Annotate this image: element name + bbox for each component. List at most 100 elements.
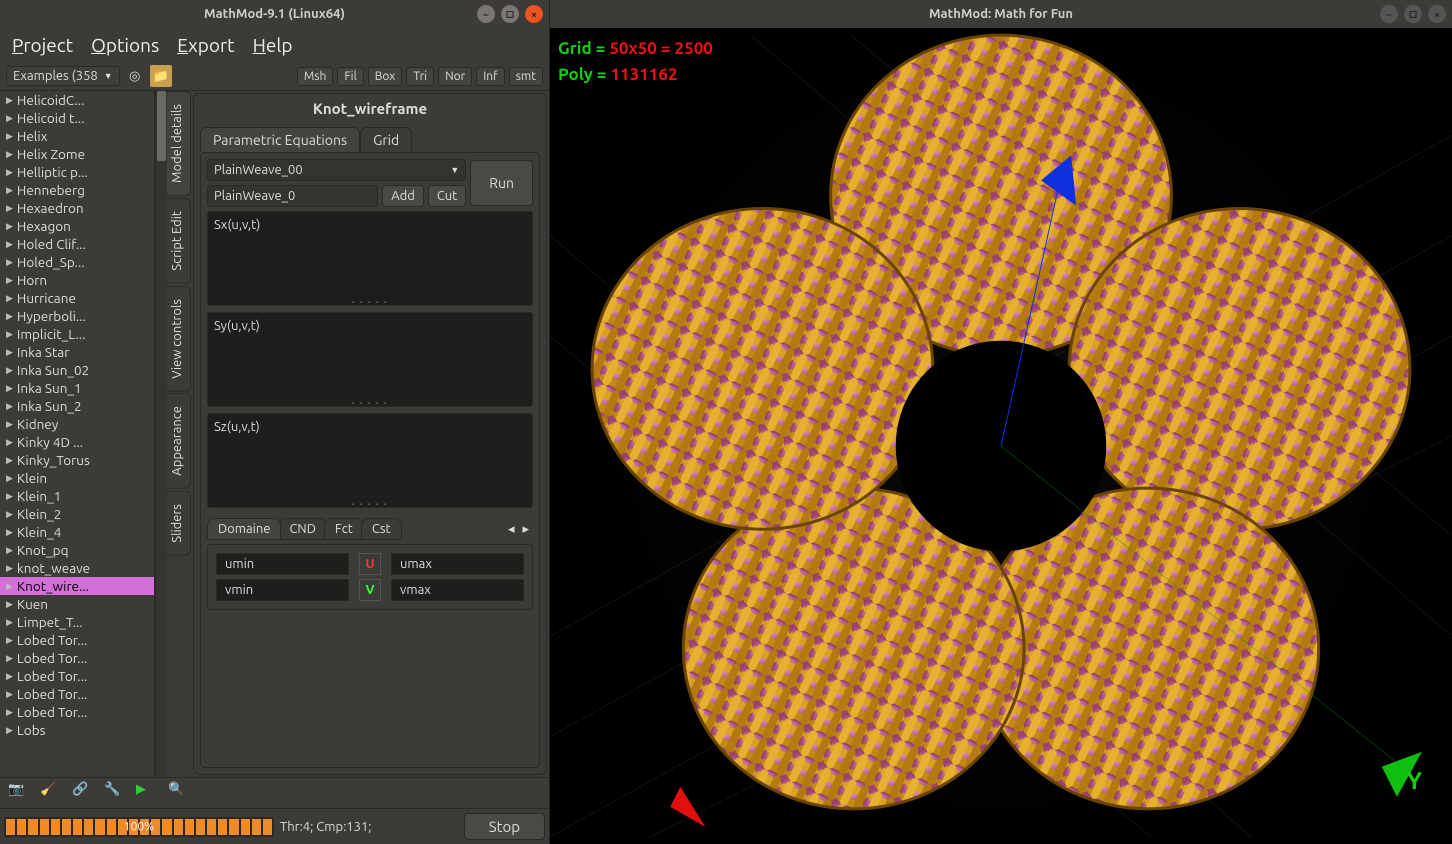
tree-item[interactable]: ▶Helliptic p... (0, 163, 154, 181)
3d-viewport[interactable]: Grid = 50x50 = 2500 Poly = 1131162 Y (550, 28, 1452, 844)
camera-icon[interactable]: 📷 (8, 782, 30, 804)
vtab-sliders[interactable]: Sliders (167, 491, 191, 556)
close-icon[interactable]: × (525, 5, 543, 23)
tree-item[interactable]: ▶Lobed Tor... (0, 631, 154, 649)
vmax-field[interactable]: vmax (391, 579, 524, 601)
run-button[interactable]: Run (470, 160, 533, 206)
examples-dropdown[interactable]: Examples (358 ▼ (6, 66, 120, 86)
tree-item[interactable]: ▶Horn (0, 271, 154, 289)
stop-button[interactable]: Stop (464, 813, 545, 840)
chevron-down-icon: ▼ (450, 165, 459, 175)
sy-editor[interactable]: Sy(u,v,t) (207, 312, 533, 407)
tree-item[interactable]: ▶Lobed Tor... (0, 703, 154, 721)
umin-field[interactable]: umin (216, 553, 349, 575)
minimize-icon[interactable]: – (1380, 5, 1398, 23)
vmin-field[interactable]: vmin (216, 579, 349, 601)
tri-button[interactable]: Tri (406, 67, 434, 86)
vtab-appearance[interactable]: Appearance (167, 393, 191, 489)
tree-item[interactable]: ▶Inka Star (0, 343, 154, 361)
inf-button[interactable]: Inf (476, 67, 505, 86)
sz-editor[interactable]: Sz(u,v,t) (207, 413, 533, 508)
tree-item[interactable]: ▶Klein (0, 469, 154, 487)
tab-cst[interactable]: Cst (361, 518, 402, 540)
tree-item[interactable]: ▶Kinky_Torus (0, 451, 154, 469)
tree-item[interactable]: ▶Inka Sun_2 (0, 397, 154, 415)
cut-button[interactable]: Cut (428, 185, 466, 207)
sx-label: Sx(u,v,t) (214, 218, 260, 232)
tree-item[interactable]: ▶Hyperboli... (0, 307, 154, 325)
close-icon[interactable]: × (1428, 5, 1446, 23)
zoom-icon[interactable]: 🔍 (168, 782, 190, 804)
tab-parametric-equations[interactable]: Parametric Equations (200, 127, 360, 152)
tab-domaine[interactable]: Domaine (207, 518, 281, 540)
v-toggle[interactable]: V (359, 579, 381, 601)
wrench-icon[interactable]: 🔧 (104, 782, 126, 804)
vtab-script-edit[interactable]: Script Edit (167, 198, 191, 284)
msh-button[interactable]: Msh (297, 67, 334, 86)
maximize-icon[interactable]: ◻ (501, 5, 519, 23)
tab-cnd[interactable]: CND (278, 518, 326, 540)
tree-item[interactable]: ▶Hurricane (0, 289, 154, 307)
tree-item[interactable]: ▶Klein_1 (0, 487, 154, 505)
tab-scroll-right-icon[interactable]: ▸ (518, 522, 533, 537)
folder-icon[interactable]: 📁 (150, 65, 172, 87)
tree-item[interactable]: ▶Knot_wire... (0, 577, 154, 595)
tree-item[interactable]: ▶Henneberg (0, 181, 154, 199)
vertical-tabs: Model detailsScript EditView controlsApp… (167, 91, 191, 777)
tree-item[interactable]: ▶Lobs (0, 721, 154, 739)
tree-item[interactable]: ▶Klein_2 (0, 505, 154, 523)
expand-icon: ▶ (6, 383, 13, 394)
tree-item[interactable]: ▶Limpet_T... (0, 613, 154, 631)
maximize-icon[interactable]: ◻ (1404, 5, 1422, 23)
tree-item[interactable]: ▶Helix (0, 127, 154, 145)
component-name-input[interactable]: PlainWeave_0 (207, 185, 378, 207)
tree-item[interactable]: ▶Inka Sun_1 (0, 379, 154, 397)
fil-button[interactable]: Fil (337, 67, 363, 86)
tab-fct[interactable]: Fct (324, 518, 364, 540)
tree-item[interactable]: ▶Holed Clif... (0, 235, 154, 253)
tree-item[interactable]: ▶Hexaedron (0, 199, 154, 217)
tree-item[interactable]: ▶Knot_pq (0, 541, 154, 559)
brush-icon[interactable]: 🧹 (40, 782, 62, 804)
tree-item[interactable]: ▶HelicoidC... (0, 91, 154, 109)
target-icon[interactable]: ◎ (124, 65, 146, 87)
add-button[interactable]: Add (382, 185, 424, 207)
menu-export[interactable]: Export (177, 34, 234, 56)
expand-icon: ▶ (6, 221, 13, 232)
model-tree[interactable]: ▶HelicoidC...▶Helicoid t...▶Helix▶Helix … (0, 91, 155, 777)
tree-item[interactable]: ▶Hexagon (0, 217, 154, 235)
play-icon[interactable]: ▶ (136, 782, 158, 804)
component-select[interactable]: PlainWeave_00 ▼ (207, 159, 466, 181)
vtab-view-controls[interactable]: View controls (167, 286, 191, 392)
menu-project[interactable]: Project (12, 34, 73, 56)
tree-item[interactable]: ▶Inka Sun_02 (0, 361, 154, 379)
u-toggle[interactable]: U (359, 553, 381, 575)
sx-editor[interactable]: Sx(u,v,t) (207, 211, 533, 306)
minimize-icon[interactable]: – (477, 5, 495, 23)
umax-field[interactable]: umax (391, 553, 524, 575)
tree-item[interactable]: ▶Kinky 4D ... (0, 433, 154, 451)
tree-item[interactable]: ▶Helicoid t... (0, 109, 154, 127)
link-icon[interactable]: 🔗 (72, 782, 94, 804)
tree-item[interactable]: ▶knot_weave (0, 559, 154, 577)
tree-item[interactable]: ▶Lobed Tor... (0, 649, 154, 667)
tree-item[interactable]: ▶Klein_4 (0, 523, 154, 541)
box-button[interactable]: Box (368, 67, 403, 86)
tree-item[interactable]: ▶Helix Zome (0, 145, 154, 163)
tab-scroll-left-icon[interactable]: ◂ (504, 522, 519, 537)
tree-item-label: Klein_2 (17, 506, 61, 522)
tree-item[interactable]: ▶Holed_Sp... (0, 253, 154, 271)
menu-help[interactable]: Help (253, 34, 293, 56)
tree-item[interactable]: ▶Implicit_L... (0, 325, 154, 343)
smt-button[interactable]: smt (509, 67, 543, 86)
tree-item[interactable]: ▶Lobed Tor... (0, 685, 154, 703)
nor-button[interactable]: Nor (438, 67, 472, 86)
tree-item-label: Klein (17, 470, 47, 486)
tab-grid[interactable]: Grid (360, 127, 412, 152)
tree-item[interactable]: ▶Kuen (0, 595, 154, 613)
menu-options[interactable]: Options (91, 34, 159, 56)
vtab-model-details[interactable]: Model details (167, 91, 191, 196)
tree-item[interactable]: ▶Kidney (0, 415, 154, 433)
tree-item[interactable]: ▶Lobed Tor... (0, 667, 154, 685)
tree-scrollbar[interactable] (155, 91, 167, 777)
